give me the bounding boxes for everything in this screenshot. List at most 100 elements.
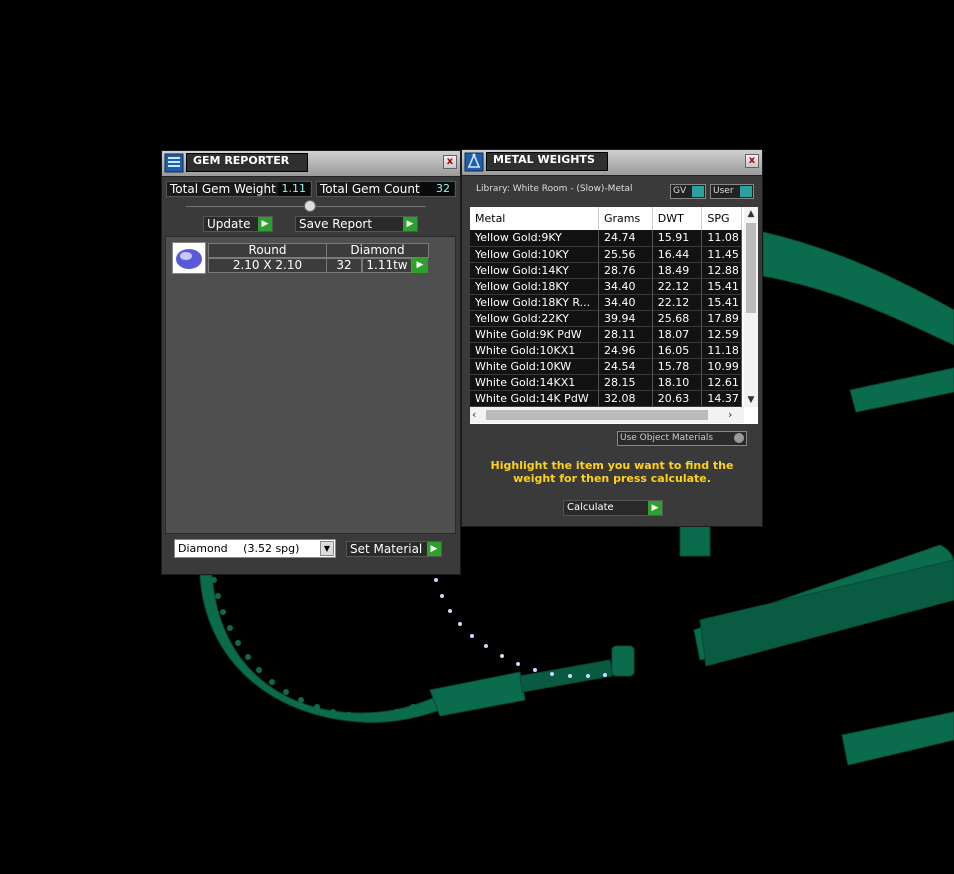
column-header-dwt[interactable]: DWT: [652, 207, 703, 230]
scroll-left-icon[interactable]: ‹: [472, 407, 484, 423]
grams-value: 39.94: [598, 310, 653, 327]
gem-shape: Round: [208, 243, 327, 258]
gv-toggle[interactable]: GV: [670, 184, 706, 199]
metal-weights-close-button[interactable]: x: [745, 154, 759, 168]
scroll-right-icon[interactable]: ›: [728, 407, 740, 423]
library-label: Library: White Room - (Slow)-Metal: [476, 184, 633, 194]
grams-value: 28.11: [598, 326, 653, 343]
material-select[interactable]: Diamond (3.52 spg) ▼: [174, 539, 336, 558]
metal-weights-panel: METAL WEIGHTS x Library: White Room - (S…: [461, 149, 763, 527]
spg-value: 12.59: [701, 326, 742, 343]
set-material-button-label: Set Material: [350, 542, 423, 556]
material-select-name: Diamond: [178, 542, 228, 555]
metal-table: Metal Grams DWT SPG Yellow Gold:9KY 24.74…: [470, 207, 758, 424]
dwt-value: 18.07: [652, 326, 703, 343]
chevron-down-icon[interactable]: ▼: [320, 541, 334, 556]
table-row[interactable]: White Gold:10KX1 24.96 16.05 11.18: [470, 342, 742, 359]
horizontal-scrollbar-thumb[interactable]: [486, 410, 708, 420]
table-row[interactable]: White Gold:14K PdW 32.08 20.63 14.37: [470, 390, 742, 407]
gem-list-item[interactable]: Round Diamond 2.10 X 2.10 32 1.11tw ▶: [166, 237, 455, 277]
play-icon: ▶: [403, 217, 417, 231]
grams-value: 24.74: [598, 230, 653, 247]
save-report-button[interactable]: Save Report ▶: [295, 216, 418, 232]
total-gem-count-value: 32: [420, 182, 454, 196]
round-gem-icon: [176, 249, 202, 269]
table-row[interactable]: White Gold:10KW 24.54 15.78 10.99: [470, 358, 742, 375]
gem-reporter-title: GEM REPORTER: [186, 153, 308, 172]
bead-row: [211, 577, 416, 719]
gem-detail-button[interactable]: ▶: [412, 258, 428, 273]
table-row[interactable]: Yellow Gold:14KY 28.76 18.49 12.88: [470, 262, 742, 279]
gem-reporter-titlebar[interactable]: GEM REPORTER x: [162, 151, 460, 177]
play-icon: ▶: [258, 217, 272, 231]
scroll-down-icon[interactable]: ▼: [744, 393, 758, 407]
gem-reporter-panel: GEM REPORTER x Total Gem Weight 1.11 Tot…: [161, 150, 461, 575]
table-header-row: Metal Grams DWT SPG: [470, 207, 742, 230]
user-toggle[interactable]: User: [710, 184, 754, 199]
grams-value: 25.56: [598, 246, 653, 263]
update-button[interactable]: Update ▶: [203, 216, 273, 232]
spg-value: 14.37: [701, 390, 742, 407]
column-header-spg[interactable]: SPG: [701, 207, 742, 230]
column-header-grams[interactable]: Grams: [598, 207, 653, 230]
gem-material: Diamond: [326, 243, 429, 258]
spg-value: 11.18: [701, 342, 742, 359]
spg-value: 12.61: [701, 374, 742, 391]
table-row[interactable]: Yellow Gold:22KY 39.94 25.68 17.89: [470, 310, 742, 327]
user-toggle-label: User: [713, 186, 734, 196]
dwt-value: 22.12: [652, 278, 703, 295]
material-select-spg: (3.52 spg): [243, 542, 300, 555]
table-row[interactable]: Yellow Gold:9KY 24.74 15.91 11.08: [470, 230, 742, 247]
use-object-materials-checkbox[interactable]: Use Object Materials: [617, 431, 747, 446]
metal-name: Yellow Gold:14KY: [470, 262, 599, 279]
gem-list: Round Diamond 2.10 X 2.10 32 1.11tw ▶: [165, 236, 456, 534]
metal-name: White Gold:9K PdW: [470, 326, 599, 343]
gv-toggle-label: GV: [673, 186, 687, 196]
gem-reporter-close-button[interactable]: x: [443, 155, 457, 169]
spg-value: 11.45: [701, 246, 742, 263]
gem-weight: 1.11tw: [362, 258, 412, 273]
gem-size: 2.10 X 2.10: [208, 258, 327, 273]
spg-value: 12.88: [701, 262, 742, 279]
gem-thumbnail: [172, 242, 206, 274]
dwt-value: 18.49: [652, 262, 703, 279]
splitter-handle-icon[interactable]: [304, 200, 316, 212]
use-object-materials-label: Use Object Materials: [620, 433, 714, 443]
horizontal-scrollbar[interactable]: ‹ ›: [470, 407, 744, 423]
metal-weights-titlebar[interactable]: METAL WEIGHTS x: [462, 150, 762, 176]
table-row[interactable]: White Gold:9K PdW 28.11 18.07 12.59: [470, 326, 742, 343]
scrollbar-thumb[interactable]: [746, 223, 756, 313]
metal-weights-title: METAL WEIGHTS: [486, 152, 608, 171]
play-icon: ▶: [648, 501, 662, 515]
scroll-up-icon[interactable]: ▲: [744, 207, 758, 221]
table-row[interactable]: Yellow Gold:10KY 25.56 16.44 11.45: [470, 246, 742, 263]
gv-toggle-switch: [692, 186, 704, 197]
table-row[interactable]: White Gold:14KX1 28.15 18.10 12.61: [470, 374, 742, 391]
user-toggle-switch: [740, 186, 752, 197]
vertical-scrollbar[interactable]: ▲ ▼: [744, 207, 758, 407]
gem-setting-row: [434, 578, 607, 678]
total-gem-weight-value: 1.11: [278, 182, 310, 196]
dwt-value: 16.05: [652, 342, 703, 359]
table-row[interactable]: Yellow Gold:18KY R... 34.40 22.12 15.41: [470, 294, 742, 311]
play-icon: ▶: [427, 542, 441, 556]
dwt-value: 22.12: [652, 294, 703, 311]
set-material-button[interactable]: Set Material ▶: [346, 541, 442, 557]
metal-name: White Gold:14KX1: [470, 374, 599, 391]
grams-value: 28.76: [598, 262, 653, 279]
metal-name: Yellow Gold:10KY: [470, 246, 599, 263]
gem-count: 32: [326, 258, 362, 273]
calculate-button[interactable]: Calculate ▶: [563, 500, 663, 516]
metal-name: White Gold:10KW: [470, 358, 599, 375]
grams-value: 34.40: [598, 278, 653, 295]
metal-name: Yellow Gold:18KY: [470, 278, 599, 295]
update-button-label: Update: [207, 217, 251, 231]
table-row[interactable]: Yellow Gold:18KY 34.40 22.12 15.41: [470, 278, 742, 295]
grams-value: 28.15: [598, 374, 653, 391]
metal-name: Yellow Gold:22KY: [470, 310, 599, 327]
grams-value: 24.96: [598, 342, 653, 359]
metal-name: Yellow Gold:9KY: [470, 230, 599, 247]
column-header-metal[interactable]: Metal: [470, 207, 599, 230]
dwt-value: 25.68: [652, 310, 703, 327]
metal-weights-icon: [464, 152, 484, 172]
